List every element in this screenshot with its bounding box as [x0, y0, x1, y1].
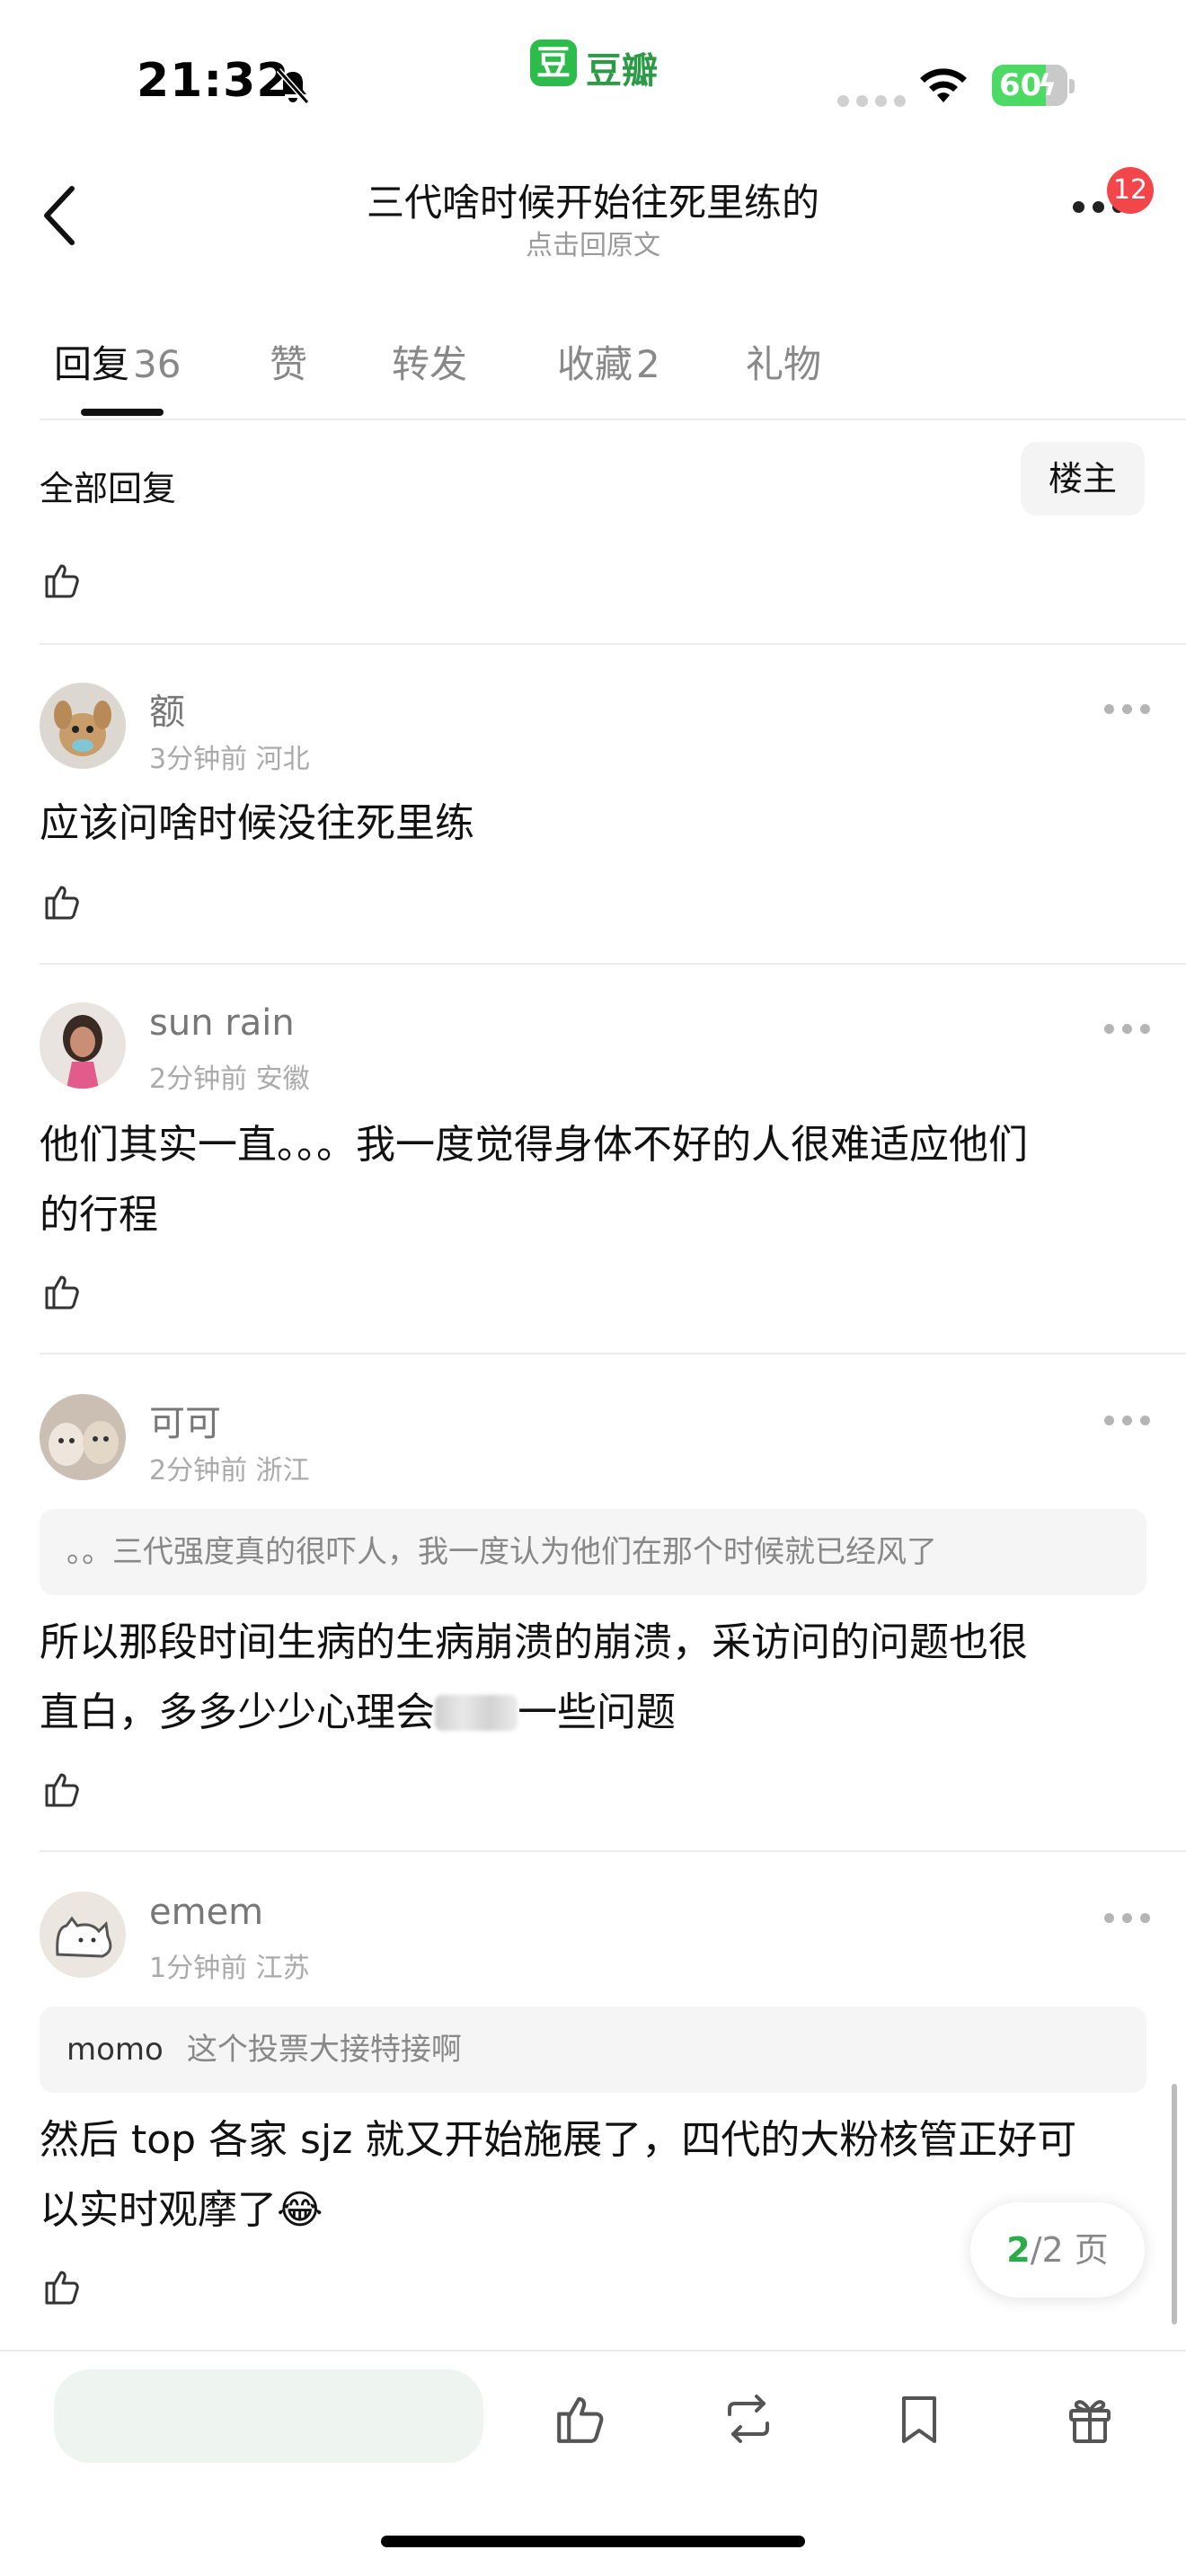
op-only-button[interactable]: 楼主: [1021, 442, 1145, 516]
thumb-up-icon[interactable]: [41, 1270, 84, 1313]
all-replies-label: 全部回复: [40, 469, 177, 508]
thumb-up-icon[interactable]: [41, 559, 84, 602]
back-to-original-link[interactable]: 点击回原文: [0, 223, 1186, 262]
divider: [40, 963, 1186, 965]
comment-text-line: 的行程: [40, 1192, 158, 1238]
blurred-text: [435, 1695, 518, 1731]
comment-text: 他们其实一直。。。我一度觉得身体不好的人很难适应他们 的行程: [40, 1110, 1154, 1250]
bookmark-icon[interactable]: [890, 2389, 949, 2448]
username[interactable]: 可可: [149, 1394, 221, 1446]
comment-meta: 2分钟前 浙江: [149, 1448, 310, 1487]
current-page: 2: [1006, 2230, 1031, 2270]
thumb-up-icon[interactable]: [552, 2389, 611, 2448]
thumb-up-icon[interactable]: [41, 2265, 84, 2308]
thumb-up-icon[interactable]: [41, 1768, 84, 1811]
bell-muted-icon: [276, 68, 310, 104]
comment-text-segment: 直白，多多少少心理会: [40, 1689, 435, 1735]
comment-location: 浙江: [255, 1455, 310, 1486]
comment-more-icon[interactable]: [1104, 701, 1158, 718]
battery-icon: 60 ϟ: [992, 65, 1067, 106]
signal-icon: [837, 93, 913, 110]
quoted-text: 这个投票大接特接啊: [186, 2032, 462, 2068]
avatar[interactable]: [40, 683, 126, 769]
app-name: 豆瓣: [586, 50, 658, 92]
avatar[interactable]: [40, 1394, 126, 1480]
page-indicator[interactable]: 2/2 页: [970, 2202, 1145, 2298]
comment-more-icon[interactable]: [1104, 1412, 1158, 1429]
comment-text: 应该问啥时候没往死里练: [40, 800, 474, 846]
divider: [40, 419, 1186, 420]
comment-time: 1分钟前: [149, 1953, 248, 1984]
comment-more-icon[interactable]: [1104, 1910, 1158, 1927]
wifi-icon: [920, 68, 967, 102]
tab-label: 赞: [270, 342, 308, 386]
tab-count: 2: [636, 342, 660, 386]
username[interactable]: 额: [149, 683, 185, 735]
comment-meta: 1分钟前 江苏: [149, 1945, 310, 1985]
total-pages: /2 页: [1030, 2230, 1109, 2270]
reply-input[interactable]: [54, 2369, 483, 2463]
tab-count: 36: [133, 342, 181, 386]
tab-replies[interactable]: 回复36: [54, 334, 181, 389]
comment-location: 安徽: [255, 1063, 310, 1095]
comment-text: 所以那段时间生病的生病崩溃的崩溃，采访问的问题也很 直白，多多少少心理会 一些问题: [40, 1608, 1154, 1748]
tab-collections[interactable]: 收藏2: [557, 334, 660, 389]
comment-more-icon[interactable]: [1104, 1020, 1158, 1037]
quoted-username: momo: [66, 2032, 164, 2068]
tab-label: 礼物: [746, 342, 822, 386]
app-logo-icon: 豆: [530, 40, 577, 86]
comment-text-line: 然后 top 各家 sjz 就又开始施展了，四代的大粉核管正好可: [40, 2117, 1077, 2163]
comment-text-line: 他们其实一直。。。我一度觉得身体不好的人很难适应他们: [40, 1122, 1028, 1168]
comment-meta: 2分钟前 安徽: [149, 1056, 310, 1096]
avatar[interactable]: [40, 1002, 126, 1089]
post-title[interactable]: 三代啥时候开始往死里练的: [0, 172, 1186, 227]
repost-icon[interactable]: [719, 2389, 778, 2448]
tab-likes[interactable]: 赞: [270, 334, 307, 389]
comment-text-line: 直白，多多少少心理会 一些问题: [40, 1678, 1154, 1748]
comment-text-line: 所以那段时间生病的生病崩溃的崩溃，采访问的问题也很: [40, 1619, 1028, 1665]
thumb-up-icon[interactable]: [41, 880, 84, 923]
battery-nub: [1069, 79, 1075, 93]
username[interactable]: emem: [149, 1892, 263, 1933]
comment-meta: 3分钟前 河北: [149, 737, 310, 776]
divider: [40, 643, 1186, 645]
gift-icon[interactable]: [1060, 2389, 1120, 2448]
comment-time: 2分钟前: [149, 1063, 248, 1095]
username[interactable]: sun rain: [149, 1002, 295, 1044]
comment-time: 2分钟前: [149, 1455, 248, 1486]
tab-label: 转发: [392, 342, 468, 386]
tab-reposts[interactable]: 转发: [392, 334, 467, 389]
home-indicator[interactable]: [381, 2536, 805, 2547]
charging-icon: ϟ: [1037, 68, 1057, 102]
divider: [40, 1353, 1186, 1354]
divider: [0, 2350, 1186, 2351]
tab-label: 回复: [54, 342, 130, 386]
quoted-reply[interactable]: momo 这个投票大接特接啊: [40, 2007, 1146, 2093]
comment-location: 江苏: [255, 1953, 310, 1984]
avatar[interactable]: [40, 1892, 126, 1978]
notification-badge: 12: [1107, 167, 1154, 214]
quoted-reply[interactable]: 。。三代强度真的很吓人，我一度认为他们在那个时候就已经风了: [40, 1509, 1146, 1595]
tab-label: 收藏: [557, 342, 633, 386]
divider: [40, 1850, 1186, 1852]
comment-text-segment: 一些问题: [518, 1689, 676, 1735]
status-time: 21:32: [137, 54, 290, 108]
comment-time: 3分钟前: [149, 744, 248, 775]
scrollbar[interactable]: [1172, 2084, 1177, 2325]
tab-gifts[interactable]: 礼物: [746, 334, 821, 389]
tab-indicator: [81, 409, 164, 416]
battery-level: 60: [999, 67, 1042, 103]
comment-location: 河北: [255, 744, 310, 775]
